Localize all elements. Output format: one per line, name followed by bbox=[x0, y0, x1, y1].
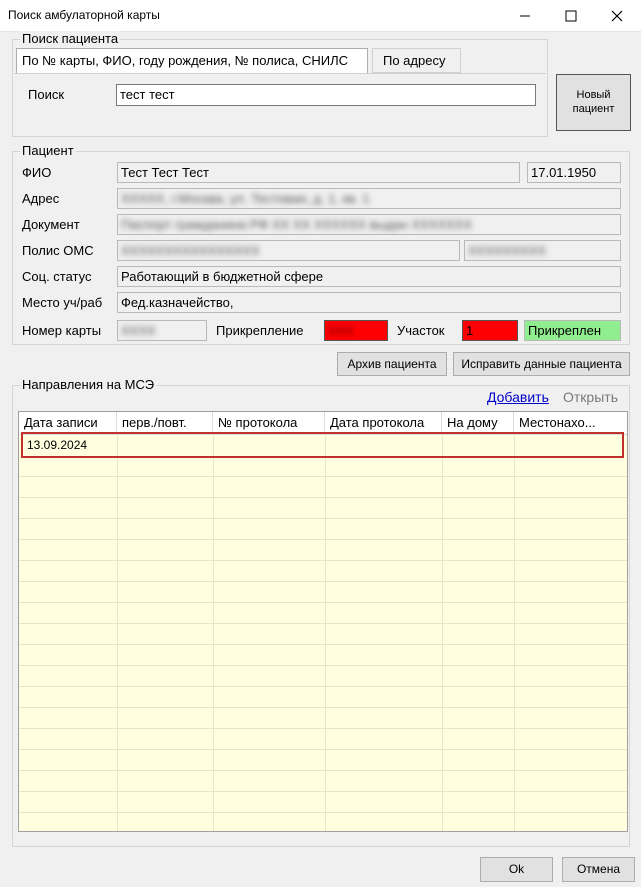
row-divider bbox=[19, 665, 627, 666]
oms-extra-field: XXXXXXXXX bbox=[464, 240, 621, 261]
row-divider bbox=[19, 539, 627, 540]
row-divider bbox=[19, 602, 627, 603]
cancel-button[interactable]: Отмена bbox=[562, 857, 635, 882]
column-header-at-home[interactable]: На дому bbox=[442, 412, 514, 434]
social-status-field: Работающий в бюджетной сфере bbox=[117, 266, 621, 287]
workplace-label: Место уч/раб bbox=[22, 295, 103, 310]
row-record-date: 13.09.2024 bbox=[27, 438, 88, 452]
district-field: 1 bbox=[462, 320, 518, 341]
row-divider bbox=[19, 728, 627, 729]
minimize-button[interactable] bbox=[502, 0, 548, 32]
card-number-field: XXXX bbox=[117, 320, 207, 341]
column-header-protocol-date[interactable]: Дата протокола bbox=[325, 412, 442, 434]
column-header-location[interactable]: Местонахо... bbox=[514, 412, 627, 434]
minimize-icon bbox=[520, 15, 530, 17]
close-icon bbox=[611, 10, 623, 22]
column-divider bbox=[213, 434, 214, 831]
row-divider bbox=[19, 476, 627, 477]
card-number-value: XXXX bbox=[121, 323, 156, 338]
maximize-button[interactable] bbox=[548, 0, 594, 32]
tab-divider bbox=[14, 73, 546, 74]
column-divider bbox=[442, 434, 443, 831]
column-divider bbox=[117, 434, 118, 831]
row-divider bbox=[19, 560, 627, 561]
district-label: Участок bbox=[397, 323, 445, 338]
birth-date-field: 17.01.1950 bbox=[527, 162, 621, 183]
document-field: Паспорт гражданина РФ XX XX XXXXXX выдан… bbox=[117, 214, 621, 235]
add-link[interactable]: Добавить bbox=[487, 389, 549, 405]
oms-field: XXXXXXXXXXXXXXXX bbox=[117, 240, 460, 261]
row-divider bbox=[19, 770, 627, 771]
fio-field: Тест Тест Тест bbox=[117, 162, 520, 183]
row-divider bbox=[19, 791, 627, 792]
row-divider bbox=[19, 518, 627, 519]
fix-patient-data-button[interactable]: Исправить данные пациента bbox=[453, 352, 630, 376]
row-divider bbox=[19, 497, 627, 498]
row-divider bbox=[19, 581, 627, 582]
row-divider bbox=[19, 644, 627, 645]
oms-value: XXXXXXXXXXXXXXXX bbox=[121, 243, 260, 258]
ok-button[interactable]: Ok bbox=[480, 857, 553, 882]
row-divider bbox=[19, 623, 627, 624]
workplace-field: Фед.казначейство, bbox=[117, 292, 621, 313]
oms-extra-value: XXXXXXXXX bbox=[468, 243, 547, 258]
attachment-status-field: Прикреплен bbox=[524, 320, 621, 341]
window-title: Поиск амбулаторной карты bbox=[8, 8, 160, 22]
search-input[interactable]: тест тест bbox=[116, 84, 536, 106]
patient-group-title: Пациент bbox=[20, 143, 76, 158]
row-divider bbox=[19, 812, 627, 813]
maximize-icon bbox=[565, 10, 577, 22]
attachment-value: XXX bbox=[328, 323, 355, 338]
column-header-record-date[interactable]: Дата записи bbox=[19, 412, 117, 434]
mse-table[interactable]: Дата записи перв./повт. № протокола Дата… bbox=[18, 411, 628, 832]
column-header-protocol-number[interactable]: № протокола bbox=[213, 412, 325, 434]
address-value: XXXXX, г.Москва, ул. Тестовая, д. 1, кв.… bbox=[121, 191, 370, 206]
new-patient-button[interactable]: Новый пациент bbox=[556, 74, 631, 131]
card-number-label: Номер карты bbox=[22, 323, 102, 338]
column-divider bbox=[325, 434, 326, 831]
row-divider bbox=[19, 686, 627, 687]
close-button[interactable] bbox=[594, 0, 640, 32]
mse-group-title: Направления на МСЭ bbox=[20, 377, 157, 392]
column-header-first-repeat[interactable]: перв./повт. bbox=[117, 412, 213, 434]
oms-label: Полис ОМС bbox=[22, 243, 94, 258]
title-bar: Поиск амбулаторной карты bbox=[0, 0, 641, 32]
address-field: XXXXX, г.Москва, ул. Тестовая, д. 1, кв.… bbox=[117, 188, 621, 209]
open-link[interactable]: Открыть bbox=[563, 389, 618, 405]
fio-label: ФИО bbox=[22, 165, 52, 180]
tab-search-by-card[interactable]: По № карты, ФИО, году рождения, № полиса… bbox=[16, 48, 368, 73]
row-divider bbox=[19, 749, 627, 750]
document-label: Документ bbox=[22, 217, 80, 232]
attachment-label: Прикрепление bbox=[216, 323, 304, 338]
tab-search-by-address[interactable]: По адресу bbox=[372, 48, 461, 73]
patient-archive-button[interactable]: Архив пациента bbox=[337, 352, 447, 376]
social-status-label: Соц. статус bbox=[22, 269, 92, 284]
search-group-title: Поиск пациента bbox=[20, 31, 121, 46]
column-divider bbox=[514, 434, 515, 831]
row-divider bbox=[19, 707, 627, 708]
address-label: Адрес bbox=[22, 191, 60, 206]
document-value: Паспорт гражданина РФ XX XX XXXXXX выдан… bbox=[121, 217, 473, 232]
table-row[interactable]: 13.09.2024 bbox=[21, 432, 624, 458]
search-label: Поиск bbox=[28, 87, 65, 102]
attachment-field: XXX bbox=[324, 320, 388, 341]
